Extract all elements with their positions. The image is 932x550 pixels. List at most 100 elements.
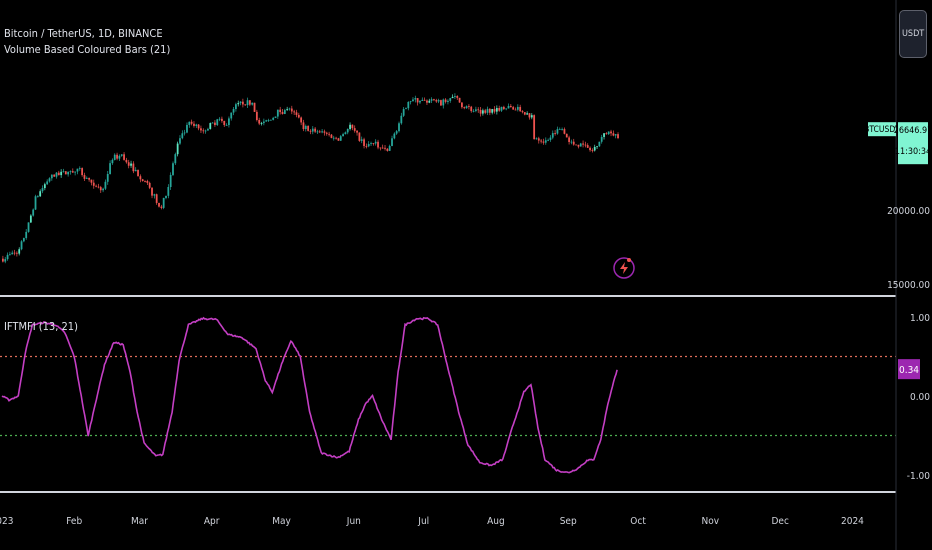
time-axis[interactable]: 2023 Feb Mar Apr May Jun Jul Aug Sep Oct Nov Dec 202…: [0, 516, 864, 527]
candle: [297, 112, 300, 119]
candle: [391, 135, 393, 147]
candle: [13, 249, 16, 256]
time-tick-label: Feb: [66, 516, 82, 527]
price-pane[interactable]: [2, 93, 619, 264]
candle: [279, 106, 282, 115]
candle: [218, 117, 221, 122]
candle: [85, 176, 88, 179]
price-axis[interactable]: 15000.00 20000.00: [887, 206, 930, 291]
candle: [575, 144, 577, 146]
candle: [272, 116, 275, 121]
candle: [258, 117, 261, 126]
candle: [221, 116, 223, 123]
candle: [561, 127, 563, 131]
candle: [288, 107, 291, 111]
candle: [160, 204, 163, 210]
candle: [384, 144, 386, 151]
candle: [433, 98, 435, 102]
candle: [363, 137, 365, 149]
candle: [451, 94, 454, 99]
candle: [283, 108, 286, 115]
time-tick-label: Mar: [131, 516, 148, 527]
candle: [139, 174, 142, 183]
candle: [405, 107, 407, 110]
candle: [393, 132, 396, 140]
candle: [379, 147, 382, 151]
oscillator-axis[interactable]: 1.00 0.00 -1.00 0.34: [898, 313, 930, 482]
candle: [330, 134, 333, 139]
candle: [342, 132, 344, 137]
chart-stage: { "header": { "symbol_line": "Bitcoin / …: [0, 0, 932, 550]
candle: [570, 139, 573, 145]
candle: [388, 144, 391, 152]
candle: [6, 252, 9, 261]
candle: [589, 146, 591, 152]
candle: [25, 229, 28, 240]
candle: [479, 107, 482, 117]
candle: [442, 98, 445, 109]
candle: [300, 116, 303, 126]
candle: [316, 129, 319, 134]
candle: [83, 172, 86, 182]
time-tick-label: 2024: [841, 516, 864, 527]
candle: [27, 222, 30, 233]
candle: [551, 130, 554, 140]
candle: [593, 144, 596, 152]
candle: [468, 104, 470, 110]
candle: [323, 129, 326, 136]
candle: [591, 148, 594, 153]
candle: [223, 120, 226, 127]
candle: [526, 111, 529, 115]
candle: [577, 144, 580, 149]
oscillator-title[interactable]: IFTMFI (13, 21): [4, 320, 78, 333]
candle: [360, 136, 363, 144]
time-tick-label: Jul: [417, 516, 429, 527]
candle: [11, 250, 14, 255]
candle: [202, 128, 205, 134]
chart-canvas[interactable]: 15000.00 20000.00 1.00 0.00 -1.00 0.34 2023 F…: [0, 0, 932, 550]
candle: [134, 167, 137, 172]
indicator-title[interactable]: Volume Based Coloured Bars (21): [4, 43, 170, 56]
candle: [90, 179, 93, 186]
candle: [167, 184, 170, 199]
candle: [193, 121, 195, 128]
candle: [214, 120, 216, 127]
candle: [174, 152, 177, 166]
candle: [4, 256, 7, 264]
candle: [556, 126, 559, 135]
candle: [533, 114, 536, 140]
oscillator-pane[interactable]: [0, 316, 896, 474]
candle: [498, 105, 501, 112]
candle: [523, 112, 526, 116]
candle: [337, 137, 340, 141]
candle: [484, 108, 487, 115]
candle: [600, 134, 603, 144]
candle: [349, 122, 351, 131]
candle: [71, 168, 74, 173]
candle: [421, 97, 424, 101]
candle: [165, 195, 167, 200]
candle: [519, 104, 522, 113]
candle: [116, 152, 118, 161]
symbol-title[interactable]: Bitcoin / TetherUS, 1D, BINANCE: [4, 27, 163, 40]
candle: [358, 132, 361, 142]
candle: [332, 135, 335, 141]
candle: [141, 178, 144, 182]
candle: [437, 98, 440, 104]
candle: [547, 138, 550, 142]
candle: [544, 137, 547, 145]
candle: [428, 98, 431, 104]
lightning-icon[interactable]: [613, 257, 635, 279]
currency-button[interactable]: USDT: [899, 10, 927, 58]
candle: [346, 128, 349, 135]
candle: [22, 237, 25, 243]
candle: [34, 194, 37, 211]
candle: [62, 168, 65, 173]
candle: [502, 105, 505, 111]
candle: [125, 157, 128, 164]
candle: [251, 102, 254, 106]
time-tick-label: 2023: [0, 516, 13, 527]
currency-label: USDT: [902, 29, 925, 39]
candle: [302, 119, 305, 132]
candle: [113, 153, 116, 161]
